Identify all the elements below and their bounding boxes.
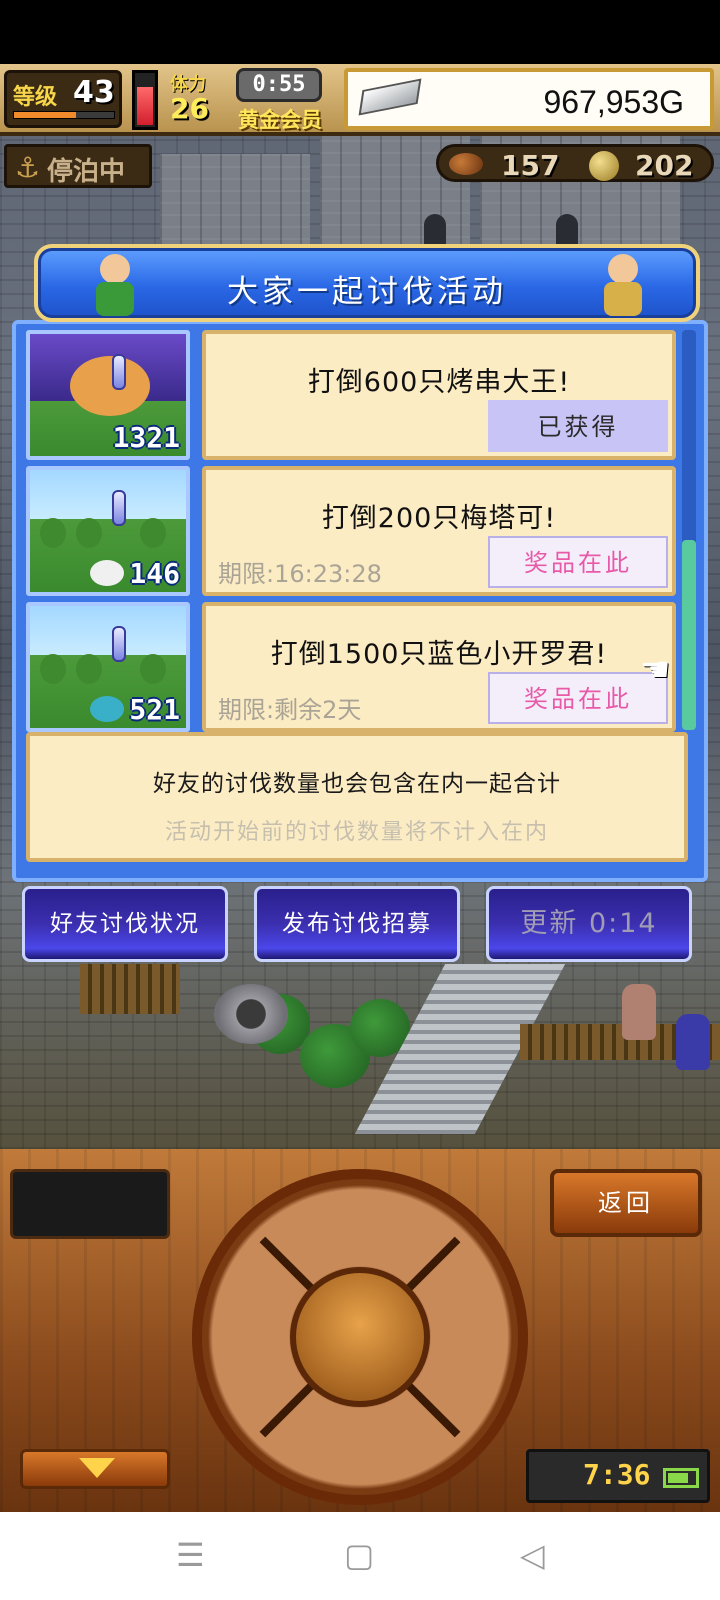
arrow-down-icon: [79, 1458, 115, 1478]
quest-item[interactable]: 146 打倒200只梅塔可! 期限:16:23:28 奖品在此: [26, 466, 676, 596]
home-icon[interactable]: ▢: [344, 1536, 374, 1574]
villager[interactable]: [676, 1014, 710, 1070]
silver-ingot-icon: [358, 78, 422, 116]
menu-toggle-button[interactable]: [20, 1449, 170, 1489]
meat-icon: [449, 153, 483, 175]
scrollbar[interactable]: [682, 330, 696, 730]
dpad[interactable]: [192, 1169, 528, 1505]
obtained-button[interactable]: 已获得: [488, 400, 668, 452]
event-panel: 1321 打倒600只烤串大王! 已获得 146 打倒200只梅塔可! 期限:1…: [12, 244, 708, 882]
back-button[interactable]: 返回: [550, 1169, 702, 1237]
exclamation-icon: [112, 354, 126, 390]
defeat-count: 1321: [112, 421, 180, 454]
post-recruit-button[interactable]: 发布讨伐招募: [254, 886, 460, 962]
quest-item[interactable]: 521 打倒1500只蓝色小开罗君! 期限:剩余2天 奖品在此: [26, 602, 676, 732]
game-clock: 7:36: [526, 1449, 710, 1503]
villager[interactable]: [622, 984, 656, 1040]
refresh-button[interactable]: 更新 0:14: [486, 886, 692, 962]
event-header: 大家一起讨伐活动: [34, 244, 700, 322]
quest-card: 打倒600只烤串大王! 已获得: [202, 330, 676, 460]
quest-title: 打倒200只梅塔可!: [321, 503, 557, 534]
coin-count: 202: [635, 149, 694, 182]
head: [608, 254, 638, 284]
bush: [140, 654, 166, 684]
monster-thumbnail: 146: [26, 466, 190, 596]
pointer-hand-icon: ☚: [640, 650, 671, 690]
menu-icon[interactable]: ☰: [176, 1536, 205, 1574]
resource-display: 157 202: [436, 144, 714, 182]
stone-well: [214, 984, 288, 1044]
blue-kairobot-icon: [90, 696, 124, 722]
exclamation-icon: [112, 490, 126, 526]
back-icon[interactable]: ◁: [520, 1536, 545, 1574]
bush: [76, 518, 102, 548]
stamina-display: 体力 26: [168, 70, 230, 130]
gold-display[interactable]: 967,953G: [344, 68, 714, 130]
stamina-gauge: [132, 70, 158, 130]
monster-thumbnail: 1321: [26, 330, 190, 460]
defeat-count: 521: [129, 693, 180, 726]
stamina-value: 26: [170, 92, 209, 125]
exp-bar: [13, 111, 115, 119]
event-notice: 好友的讨伐数量也会包含在内一起合计 活动开始前的讨伐数量将不计入在内: [26, 732, 688, 862]
quest-item[interactable]: 1321 打倒600只烤串大王! 已获得: [26, 330, 676, 460]
quest-card: 打倒1500只蓝色小开罗君! 期限:剩余2天 奖品在此: [202, 602, 676, 732]
meat-count: 157: [501, 149, 560, 182]
quest-title: 打倒600只烤串大王!: [307, 367, 571, 398]
quest-title: 打倒1500只蓝色小开罗君!: [270, 639, 608, 670]
quest-deadline: 期限:16:23:28: [218, 560, 382, 588]
status-bar: [0, 0, 720, 64]
event-panel-body: 1321 打倒600只烤串大王! 已获得 146 打倒200只梅塔可! 期限:1…: [12, 320, 708, 882]
top-hud: 等级 43 体力 26 0:55 黄金会员 967,953G: [0, 64, 720, 136]
status-label: 停泊中: [47, 157, 126, 187]
bush: [76, 654, 102, 684]
level-value: 43: [73, 75, 115, 110]
body: [604, 282, 642, 316]
quest-card: 打倒200只梅塔可! 期限:16:23:28 奖品在此: [202, 466, 676, 596]
bush: [40, 518, 66, 548]
mini-screen: [10, 1169, 170, 1239]
anchor-icon: ⚓: [15, 151, 41, 184]
battery-icon: [663, 1468, 699, 1488]
status-indicator: ⚓ 停泊中: [4, 144, 152, 188]
controller-panel: 返回 7:36: [0, 1149, 720, 1512]
coin-icon: [589, 151, 619, 181]
valkyrie-icon: [594, 252, 652, 320]
monster-thumbnail: 521: [26, 602, 190, 732]
dpad-center-button[interactable]: [290, 1267, 430, 1407]
system-nav-bar: ☰ ▢ ◁: [0, 1512, 720, 1600]
level-display: 等级 43: [4, 70, 122, 128]
level-label: 等级: [13, 85, 58, 110]
wooden-fence: [80, 964, 180, 1014]
exclamation-icon: [112, 626, 126, 662]
bush: [140, 518, 166, 548]
membership-badge: 黄金会员: [238, 108, 322, 132]
skewer-king-icon: [70, 356, 150, 416]
gold-value: 967,953G: [543, 84, 684, 120]
metaco-icon: [90, 560, 124, 586]
quest-deadline: 期限:剩余2天: [218, 696, 362, 724]
notice-main: 好友的讨伐数量也会包含在内一起合计: [153, 771, 561, 797]
claim-prize-button[interactable]: 奖品在此: [488, 536, 668, 588]
defeat-count: 146: [129, 557, 180, 590]
notice-sub: 活动开始前的讨伐数量将不计入在内: [164, 820, 549, 845]
clock-time: 7:36: [583, 1458, 651, 1491]
stamina-timer: 0:55: [236, 68, 322, 102]
bush: [40, 654, 66, 684]
scrollbar-thumb[interactable]: [682, 540, 696, 730]
friends-status-button[interactable]: 好友讨伐状况: [22, 886, 228, 962]
